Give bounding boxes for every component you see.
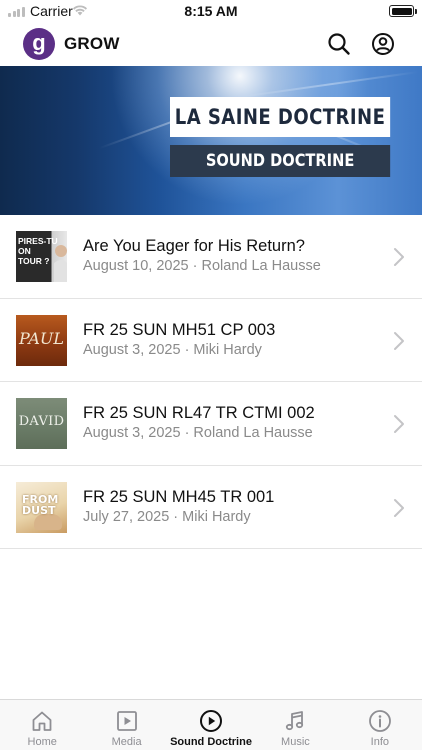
list-item[interactable]: DAVID FR 25 SUN RL47 TR CTMI 002 August …	[0, 382, 422, 466]
media-icon	[116, 711, 137, 731]
thumbnail-text: DAVID	[18, 414, 65, 429]
item-meta: August 3, 2025 · Miki Hardy	[83, 341, 262, 358]
app-header: g GROW	[0, 24, 422, 66]
app-logo[interactable]: g	[23, 28, 55, 60]
item-title: Are You Eager for His Return?	[83, 237, 305, 255]
tab-label: Music	[281, 736, 310, 748]
chevron-right-icon	[394, 248, 404, 266]
tab-label: Info	[370, 736, 389, 748]
item-thumbnail: FROM DUST	[16, 481, 67, 533]
status-time: 8:15 AM	[184, 3, 238, 19]
chevron-right-icon	[394, 331, 404, 350]
music-icon	[286, 711, 304, 731]
chevron-right-icon	[394, 415, 404, 433]
sermon-list: PIRES-TU ON TOUR ? Are You Eager for His R…	[0, 215, 422, 549]
item-title: FR 25 SUN RL47 TR CTMI 002	[83, 404, 315, 422]
item-meta: August 3, 2025 · Roland La Hausse	[83, 425, 313, 441]
tab-bar: Home Media Sound Doctrine Music Info	[0, 699, 422, 750]
thumbnail-text: PAUL	[19, 328, 64, 348]
tab-label: Home	[27, 736, 57, 748]
search-icon[interactable]	[327, 32, 351, 56]
tab-label: Sound Doctrine	[170, 736, 252, 748]
list-item[interactable]: PIRES-TU ON TOUR ? Are You Eager for His R…	[0, 215, 422, 299]
tab-media[interactable]: Media	[84, 700, 168, 750]
chevron-right-icon	[394, 498, 404, 517]
battery-icon	[389, 5, 417, 17]
banner-subtitle: SOUND DOCTRINE	[170, 145, 391, 177]
home-icon	[32, 711, 52, 731]
app-title: GROW	[64, 34, 120, 53]
play-circle-icon	[200, 710, 223, 732]
banner-title: LA SAINE DOCTRINE	[170, 97, 391, 137]
info-icon	[368, 710, 391, 732]
profile-icon[interactable]	[371, 32, 395, 56]
item-meta: July 27, 2025 · Miki Hardy	[83, 508, 251, 525]
item-thumbnail: PIRES-TU ON TOUR ?	[16, 231, 67, 282]
tab-music[interactable]: Music	[253, 700, 337, 750]
item-title: FR 25 SUN MH45 TR 001	[83, 487, 275, 506]
item-thumbnail: PAUL	[16, 314, 67, 366]
tab-info[interactable]: Info	[338, 700, 422, 750]
tab-home[interactable]: Home	[0, 700, 84, 750]
speaker-portrait	[54, 245, 67, 282]
tab-sound-doctrine[interactable]: Sound Doctrine	[169, 700, 253, 750]
item-title: FR 25 SUN MH51 CP 003	[83, 320, 276, 339]
thumbnail-text: PIRES-TU ON TOUR ?	[18, 236, 58, 266]
series-banner: LA SAINE DOCTRINE SOUND DOCTRINE	[0, 66, 422, 215]
item-thumbnail: DAVID	[16, 398, 67, 449]
tab-label: Media	[111, 736, 142, 748]
list-item[interactable]: FROM DUST FR 25 SUN MH45 TR 001 July 27, …	[0, 465, 422, 549]
status-bar: Carrier 8:15 AM	[0, 0, 422, 24]
item-meta: August 10, 2025 · Roland La Hausse	[83, 258, 321, 274]
thumbnail-text: FROM DUST	[22, 492, 59, 517]
list-item[interactable]: PAUL FR 25 SUN MH51 CP 003 August 3, 202…	[0, 298, 422, 382]
